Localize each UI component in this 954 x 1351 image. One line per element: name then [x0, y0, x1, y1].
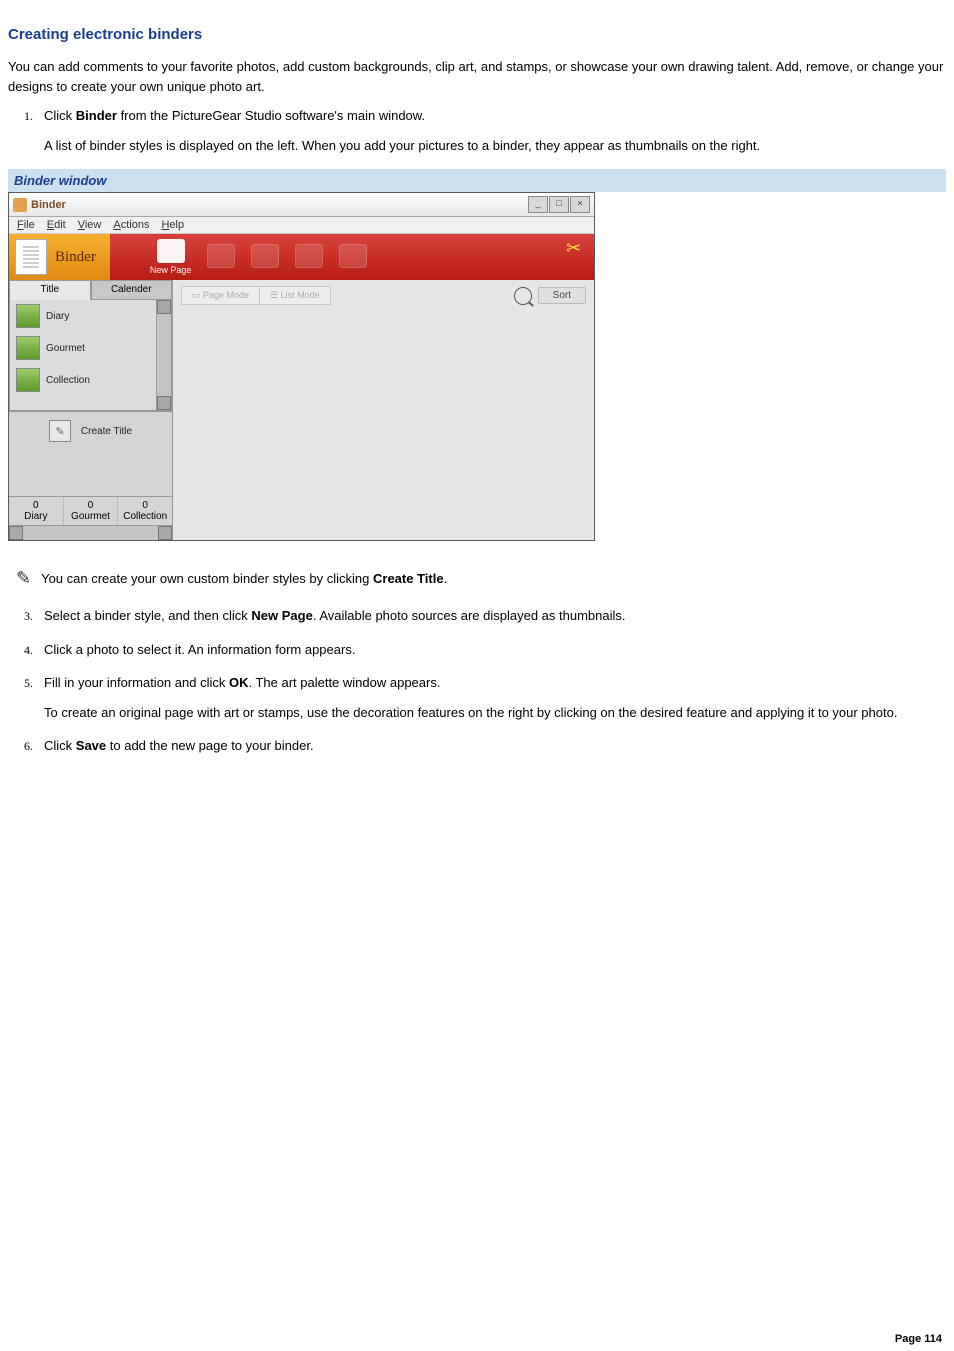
style-thumb-icon: [16, 336, 40, 360]
toolbar-brand-label: Binder: [55, 249, 96, 266]
toolbar-icon-3: [251, 244, 279, 268]
zoom-icon[interactable]: [514, 287, 532, 305]
list-mode-label: List Mode: [281, 290, 320, 300]
menu-file[interactable]: File: [17, 219, 35, 231]
scissors-icon[interactable]: ✂: [566, 238, 588, 260]
new-page-label: New Page: [150, 265, 192, 275]
content-panel: ▭ Page Mode ☰ List Mode Sort: [173, 280, 594, 540]
step-1-text-c: from the PictureGear Studio software's m…: [117, 108, 425, 123]
count-gourmet-name: Gourmet: [64, 511, 118, 522]
toolbar-brand-block: Binder: [9, 234, 110, 280]
create-title-label: Create Title: [81, 426, 132, 437]
count-collection: 0 Collection: [118, 497, 172, 525]
step-2: Select a binder style, and then click Ne…: [36, 606, 946, 626]
toolbar-icon-2: [207, 244, 235, 268]
tip-row: ✎ You can create your own custom binder …: [16, 565, 946, 592]
count-collection-name: Collection: [118, 511, 172, 522]
step-1: Click Binder from the PictureGear Studio…: [36, 106, 946, 155]
step-1-extra: A list of binder styles is displayed on …: [44, 136, 946, 156]
toolbar-button-2[interactable]: [207, 244, 235, 270]
count-gourmet-val: 0: [64, 500, 118, 511]
step-5: Click Save to add the new page to your b…: [36, 736, 946, 756]
count-gourmet: 0 Gourmet: [64, 497, 119, 525]
pencil-icon: ✎: [16, 565, 31, 592]
tip-bold: Create Title: [373, 571, 444, 586]
menu-view[interactable]: View: [78, 219, 102, 231]
style-label-collection: Collection: [46, 375, 90, 386]
page-number: Page 114: [895, 1333, 942, 1345]
count-diary: 0 Diary: [9, 497, 64, 525]
step-1-text-a: Click: [44, 108, 76, 123]
toolbar-icon-5: [339, 244, 367, 268]
toolbar-button-3[interactable]: [251, 244, 279, 270]
step-5-text-c: to add the new page to your binder.: [106, 738, 313, 753]
page-mode-label: Page Mode: [203, 290, 249, 300]
step-4: Fill in your information and click OK. T…: [36, 673, 946, 722]
tip-text-a: You can create your own custom binder st…: [41, 571, 373, 586]
step-1-bold: Binder: [76, 108, 117, 123]
binder-window: Binder _ □ × File Edit View Actions Help…: [8, 192, 595, 541]
intro-paragraph: You can add comments to your favorite ph…: [8, 57, 946, 96]
menu-help[interactable]: Help: [161, 219, 184, 231]
step-5-text-a: Click: [44, 738, 76, 753]
page-mode-tab[interactable]: ▭ Page Mode: [181, 286, 260, 305]
title-bar: Binder _ □ ×: [9, 193, 594, 217]
sort-button[interactable]: Sort: [538, 287, 586, 304]
new-page-icon: [157, 239, 185, 263]
minimize-button[interactable]: _: [528, 196, 548, 213]
menu-actions[interactable]: Actions: [113, 219, 149, 231]
close-button[interactable]: ×: [570, 196, 590, 213]
toolbar-icon-4: [295, 244, 323, 268]
app-icon: [13, 198, 27, 212]
style-list: Diary Gourmet Collection: [9, 300, 172, 411]
page-heading: Creating electronic binders: [8, 26, 946, 43]
create-title-icon: ✎: [49, 420, 71, 442]
tab-title[interactable]: Title: [9, 280, 91, 300]
style-item-gourmet[interactable]: Gourmet: [10, 332, 156, 364]
step-3: Click a photo to select it. An informati…: [36, 640, 946, 660]
binder-icon: [15, 239, 47, 275]
counts-row: 0 Diary 0 Gourmet 0 Collection: [9, 496, 172, 525]
menu-bar: File Edit View Actions Help: [9, 217, 594, 234]
step-2-text-a: Select a binder style, and then click: [44, 608, 251, 623]
toolbar: Binder New Page ✂: [9, 234, 594, 280]
step-5-bold: Save: [76, 738, 106, 753]
tab-calender[interactable]: Calender: [91, 280, 173, 300]
step-4-bold: OK: [229, 675, 249, 690]
step-4-extra: To create an original page with art or s…: [44, 703, 946, 723]
style-item-collection[interactable]: Collection: [10, 364, 156, 396]
figure-caption: Binder window: [8, 169, 946, 192]
count-collection-val: 0: [118, 500, 172, 511]
count-diary-val: 0: [9, 500, 63, 511]
step-4-text-a: Fill in your information and click: [44, 675, 229, 690]
maximize-button[interactable]: □: [549, 196, 569, 213]
style-label-diary: Diary: [46, 311, 69, 322]
tip-text-c: .: [444, 571, 448, 586]
style-thumb-icon: [16, 304, 40, 328]
list-mode-tab[interactable]: ☰ List Mode: [260, 286, 331, 305]
style-list-scrollbar[interactable]: [156, 300, 171, 410]
step-4-text-c: . The art palette window appears.: [248, 675, 440, 690]
menu-edit[interactable]: Edit: [47, 219, 66, 231]
step-2-bold: New Page: [251, 608, 312, 623]
step-2-text-c: . Available photo sources are displayed …: [313, 608, 626, 623]
window-title: Binder: [31, 199, 66, 211]
count-diary-name: Diary: [9, 511, 63, 522]
create-title-button[interactable]: ✎ Create Title: [9, 411, 172, 450]
left-panel: Title Calender Diary Gourmet Collection: [9, 280, 173, 540]
new-page-button[interactable]: New Page: [150, 239, 192, 275]
style-thumb-icon: [16, 368, 40, 392]
style-label-gourmet: Gourmet: [46, 343, 85, 354]
left-panel-scrollbar[interactable]: [9, 525, 172, 540]
toolbar-button-5[interactable]: [339, 244, 367, 270]
style-item-diary[interactable]: Diary: [10, 300, 156, 332]
toolbar-button-4[interactable]: [295, 244, 323, 270]
